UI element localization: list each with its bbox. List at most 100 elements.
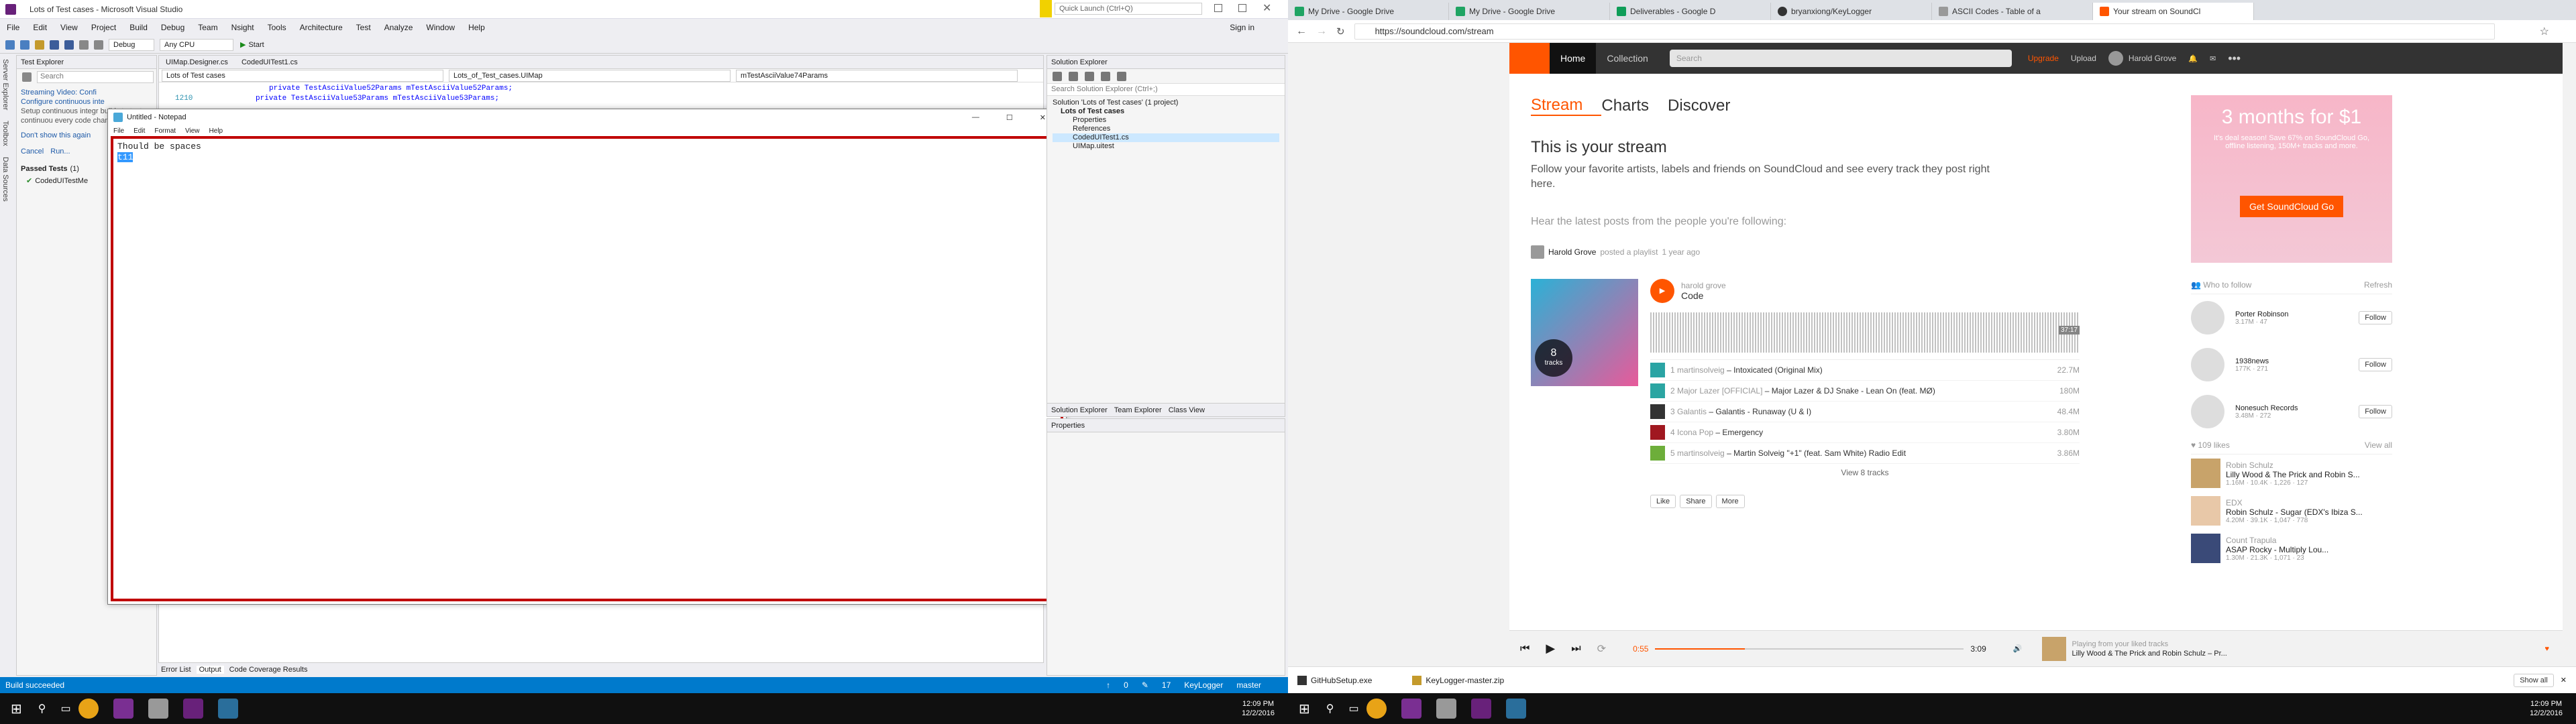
- notepad-text-area[interactable]: Thould be spaces t11: [111, 136, 1063, 601]
- open-icon[interactable]: [35, 40, 44, 50]
- upgrade-link[interactable]: Upgrade: [2028, 54, 2059, 63]
- run-link[interactable]: Run...: [50, 147, 70, 156]
- waveform[interactable]: 37:17: [1650, 312, 2080, 353]
- follow-button[interactable]: Follow: [2359, 358, 2392, 371]
- file-explorer-icon[interactable]: [1436, 699, 1456, 719]
- passed-tests-header[interactable]: Passed Tests: [21, 164, 68, 174]
- changes-count[interactable]: 17: [1162, 677, 1171, 693]
- follow-button[interactable]: Follow: [2359, 405, 2392, 418]
- menu-file[interactable]: File: [0, 19, 26, 36]
- upload-link[interactable]: Upload: [2071, 54, 2096, 63]
- code-line[interactable]: private TestAsciiValue53Params mTestAsci…: [202, 94, 499, 104]
- playlist-owner[interactable]: harold grove: [1681, 281, 1726, 290]
- liked-track-2[interactable]: EDX Robin Schulz - Sugar (EDX's Ibiza S..…: [2191, 492, 2392, 530]
- track-row-3[interactable]: 3 Galantis – Galantis - Runaway (U & I) 4…: [1650, 402, 2080, 422]
- codeduitest-node[interactable]: CodedUITest1.cs: [1053, 133, 1279, 142]
- notepad-close-icon[interactable]: ✕: [1040, 113, 1046, 122]
- track-row-4[interactable]: 4 Icona Pop – Emergency 3.80M: [1650, 422, 2080, 443]
- tab-output[interactable]: Output: [196, 665, 224, 674]
- banner-text[interactable]: Configure continuous inte: [21, 97, 152, 107]
- clock-date[interactable]: 12/2/2016: [1242, 709, 1275, 718]
- tab-google-drive-2[interactable]: My Drive - Google Drive: [1449, 3, 1610, 20]
- track-row-5[interactable]: 5 martinsolveig – Martin Solveig "+1" (f…: [1650, 443, 2080, 464]
- data-sources-tab[interactable]: Data Sources: [0, 152, 11, 207]
- notepad-minimize-icon[interactable]: —: [972, 113, 979, 122]
- undo-icon[interactable]: [79, 40, 89, 50]
- poster-name[interactable]: Harold Grove: [1548, 247, 1596, 257]
- share-button[interactable]: Share: [1680, 495, 1712, 508]
- volume-icon[interactable]: 🔊: [2013, 644, 2023, 653]
- windows-start-icon[interactable]: ⊞: [1299, 701, 1310, 717]
- start-button[interactable]: Start: [248, 41, 264, 49]
- group-icon[interactable]: [22, 72, 32, 82]
- passed-test-item[interactable]: CodedUITestMe: [35, 176, 88, 186]
- menu-analyze[interactable]: Analyze: [378, 19, 420, 36]
- maximize-icon[interactable]: [1238, 4, 1246, 12]
- menu-project[interactable]: Project: [85, 19, 123, 36]
- back-arrow-icon[interactable]: ←: [1296, 25, 1307, 38]
- tab-solution-explorer[interactable]: Solution Explorer: [1051, 406, 1108, 414]
- project-nav-select[interactable]: Lots of Test cases: [162, 69, 443, 82]
- playlist-title[interactable]: Code: [1681, 290, 1726, 301]
- visual-studio-taskbar-icon[interactable]: [182, 699, 203, 719]
- menu-team[interactable]: Team: [191, 19, 224, 36]
- more-menu-icon[interactable]: •••: [2228, 52, 2241, 66]
- code-line[interactable]: private TestAsciiValue52Params mTestAsci…: [202, 84, 513, 94]
- messages-icon[interactable]: ✉: [2210, 54, 2216, 63]
- menu-build[interactable]: Build: [123, 19, 154, 36]
- star-icon[interactable]: ☆: [2540, 25, 2549, 38]
- menu-view[interactable]: View: [54, 19, 85, 36]
- quick-launch-input[interactable]: Quick Launch (Ctrl+Q): [1055, 3, 1202, 15]
- like-button[interactable]: Like: [1650, 495, 1676, 508]
- tab-soundcloud[interactable]: Your stream on SoundCl: [2093, 3, 2254, 20]
- notification-flag-icon[interactable]: [1040, 0, 1052, 17]
- previous-icon[interactable]: ⏮: [1520, 643, 1529, 655]
- show-all-downloads[interactable]: Show all: [2514, 673, 2554, 687]
- progress-track[interactable]: [1655, 648, 1964, 650]
- nav-collection[interactable]: Collection: [1596, 43, 1658, 74]
- forward-icon[interactable]: [20, 40, 30, 50]
- server-explorer-tab[interactable]: Server Explorer: [0, 54, 11, 115]
- menu-edit[interactable]: Edit: [26, 19, 54, 36]
- menu-architecture[interactable]: Architecture: [293, 19, 350, 36]
- tab-github-keylogger[interactable]: bryanxiong/KeyLogger: [1771, 3, 1932, 20]
- start-icon[interactable]: ▶: [240, 40, 246, 49]
- chrome-taskbar-icon[interactable]: [1366, 699, 1387, 719]
- forward-arrow-icon[interactable]: →: [1316, 25, 1327, 38]
- subnav-stream[interactable]: Stream: [1531, 96, 1602, 116]
- solution-search-input[interactable]: Search Solution Explorer (Ctrl+;): [1047, 84, 1285, 96]
- notepad-menu-view[interactable]: View: [185, 127, 200, 135]
- tab-error-list[interactable]: Error List: [161, 666, 191, 674]
- notepad-menu-edit[interactable]: Edit: [133, 127, 145, 135]
- pending-count[interactable]: 0: [1124, 677, 1128, 693]
- notepad-menu-file[interactable]: File: [113, 127, 124, 135]
- track-row-1[interactable]: 1 martinsolveig – Intoxicated (Original …: [1650, 360, 2080, 381]
- member-nav-select[interactable]: mTestAsciiValue74Params: [736, 69, 1018, 82]
- menu-nsight[interactable]: Nsight: [225, 19, 261, 36]
- solution-root[interactable]: Solution 'Lots of Test cases' (1 project…: [1053, 99, 1279, 107]
- more-button[interactable]: More: [1715, 495, 1745, 508]
- close-icon[interactable]: ✕: [1263, 1, 1271, 15]
- configuration-select[interactable]: Debug: [109, 38, 154, 51]
- tab-google-drive-1[interactable]: My Drive - Google Drive: [1288, 3, 1449, 20]
- uimap-node[interactable]: UIMap.uitest: [1053, 142, 1279, 151]
- download-keylogger-zip[interactable]: KeyLogger-master.zip: [1426, 676, 1504, 685]
- notepad-taskbar-icon[interactable]: [1505, 699, 1526, 719]
- view-tracks-link[interactable]: View 8 tracks: [1650, 464, 2080, 481]
- cancel-link[interactable]: Cancel: [21, 147, 44, 156]
- menu-help[interactable]: Help: [462, 19, 492, 36]
- view-all-link[interactable]: View all: [2365, 440, 2392, 450]
- branch-name[interactable]: master: [1236, 677, 1261, 693]
- liked-track-1[interactable]: Robin Schulz Lilly Wood & The Prick and R…: [2191, 455, 2392, 492]
- next-icon[interactable]: ⏭: [1571, 643, 1580, 655]
- tab-ascii-codes[interactable]: ASCII Codes - Table of a: [1932, 3, 2093, 20]
- class-nav-select[interactable]: Lots_of_Test_cases.UIMap: [449, 69, 731, 82]
- editor-tab-codedui[interactable]: CodedUITest1.cs: [235, 56, 305, 69]
- properties-node[interactable]: Properties: [1053, 116, 1279, 125]
- project-node[interactable]: Lots of Test cases: [1053, 107, 1279, 116]
- editor-tab-uimap-designer[interactable]: UIMap.Designer.cs: [159, 56, 235, 69]
- minimize-icon[interactable]: [1214, 4, 1222, 12]
- liked-track-3[interactable]: Count Trapula ASAP Rocky - Multiply Lou..…: [2191, 530, 2392, 567]
- now-playing-artwork[interactable]: [2042, 636, 2067, 661]
- notepad-taskbar-icon[interactable]: [217, 699, 238, 719]
